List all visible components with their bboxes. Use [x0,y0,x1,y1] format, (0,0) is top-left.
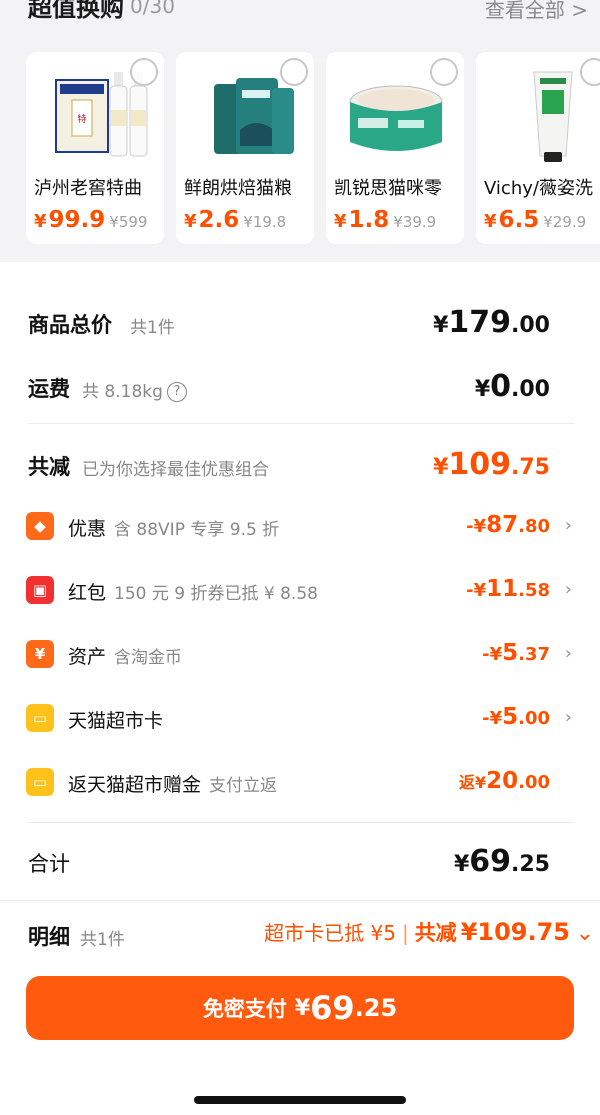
card-name: Vichy/薇姿洗 [484,178,593,199]
chevron-down-icon[interactable]: ⌄ [576,921,594,946]
detail-summary-reduction[interactable]: 超市卡已抵 ¥5 | 共减 ¥109.75 [264,917,570,947]
divider [28,423,574,424]
exchange-title: 超值换购 [28,0,124,22]
shipping-amount: ¥0.00 [474,369,550,404]
card-name: 泸州老窖特曲 [34,178,142,199]
detail-amount: -¥11.58 [466,576,550,602]
select-checkbox[interactable] [280,58,308,86]
grand-total-row: 合计 ¥69.25 [28,844,574,884]
detail-label: 返天猫超市赠金 支付立返 [68,774,278,796]
detail-amount: 返¥20.00 [458,768,550,794]
card-name: 凯锐思猫咪零 [334,178,442,199]
shipping-label: 运费 [28,377,70,401]
exchange-strip: 超值换购 0/30 查看全部 > 特 泸州老窖特曲 ¥99.9 ¥599 鲜朗烘… [0,0,600,262]
discount-row: 共减 已为你选择最佳优惠组合 ¥109.75 [28,447,574,487]
goods-total-row: 商品总价 共1件 ¥179.00 [28,305,574,345]
discount-amount: ¥109.75 [433,447,550,482]
detail-row-red-packet[interactable]: ▣ 红包 150 元 9 折券已抵 ¥ 8.58 -¥11.58 › [26,573,574,609]
card-name: 鲜朗烘焙猫粮 [184,178,292,199]
select-checkbox[interactable] [580,58,600,86]
chevron-right-icon: › [564,643,572,664]
checkout-bar: 明细 共1件 超市卡已抵 ¥5 | 共减 ¥109.75 ⌄ 免密支付 ¥69.2… [0,900,600,1115]
view-all-link[interactable]: 查看全部 > [485,0,588,23]
select-checkbox[interactable] [430,58,458,86]
card-icon: ▭ [26,704,54,732]
detail-amount: -¥5.37 [482,640,550,666]
detail-label: 天猫超市卡 [68,710,164,732]
detail-row-cashback: ▭ 返天猫超市赠金 支付立返 返¥20.00 [26,765,574,801]
pay-button[interactable]: 免密支付 ¥69.25 [26,976,574,1040]
detail-summary-count: 共1件 [80,930,125,950]
detail-amount: -¥87.80 [466,512,550,538]
shipping-weight: 共 8.18kg? [82,377,187,402]
discount-label: 共减 [28,455,70,479]
exchange-card[interactable]: 凯锐思猫咪零 ¥1.8 ¥39.9 [326,52,464,244]
card-price: ¥2.6 ¥19.8 [184,207,287,233]
exchange-card[interactable]: 特 泸州老窖特曲 ¥99.9 ¥599 [26,52,164,244]
goods-total-label: 商品总价 [28,313,112,337]
exchange-card-list: 特 泸州老窖特曲 ¥99.9 ¥599 鲜朗烘焙猫粮 ¥2.6 ¥19.8 凯锐… [26,52,600,244]
yen-icon: ¥ [26,640,54,668]
grand-total-amount: ¥69.25 [453,844,550,879]
grand-total-label: 合计 [28,852,70,876]
chevron-right-icon: › [564,515,572,536]
detail-row-assets[interactable]: ¥ 资产 含淘金币 -¥5.37 › [26,637,574,673]
card-price: ¥6.5 ¥29.9 [484,207,587,233]
card-price: ¥1.8 ¥39.9 [334,207,437,233]
shipping-row: 运费 共 8.18kg? ¥0.00 [28,369,574,409]
home-indicator [194,1096,406,1104]
exchange-card[interactable]: Vichy/薇姿洗 ¥6.5 ¥29.9 [476,52,600,244]
gift-card-icon: ▭ [26,768,54,796]
select-checkbox[interactable] [130,58,158,86]
chevron-right-icon: › [564,707,572,728]
svg-text:特: 特 [77,113,86,125]
discount-hint: 已为你选择最佳优惠组合 [82,460,269,480]
exchange-header: 超值换购 0/30 查看全部 > [28,0,588,28]
info-icon[interactable]: ? [166,382,187,402]
chevron-right-icon: › [564,579,572,600]
goods-total-count: 共1件 [130,318,175,338]
divider [28,822,574,823]
card-price: ¥99.9 ¥599 [34,207,148,233]
detail-label: 红包 150 元 9 折券已抵 ¥ 8.58 [68,582,318,604]
detail-summary-label[interactable]: 明细 [28,921,70,951]
exchange-card[interactable]: 鲜朗烘焙猫粮 ¥2.6 ¥19.8 [176,52,314,244]
red-packet-icon: ▣ [26,576,54,604]
exchange-count: 0/30 [130,0,175,18]
detail-amount: -¥5.00 [482,704,550,730]
detail-label: 资产 含淘金币 [68,646,183,668]
detail-row-supermarket-card[interactable]: ▭ 天猫超市卡 -¥5.00 › [26,701,574,737]
detail-label: 优惠含 88VIP 专享 9.5 折 [68,518,280,540]
tag-icon: ◆ [26,512,54,540]
detail-row-coupon[interactable]: ◆ 优惠含 88VIP 专享 9.5 折 -¥87.80 › [26,509,574,545]
goods-total-amount: ¥179.00 [433,305,550,340]
